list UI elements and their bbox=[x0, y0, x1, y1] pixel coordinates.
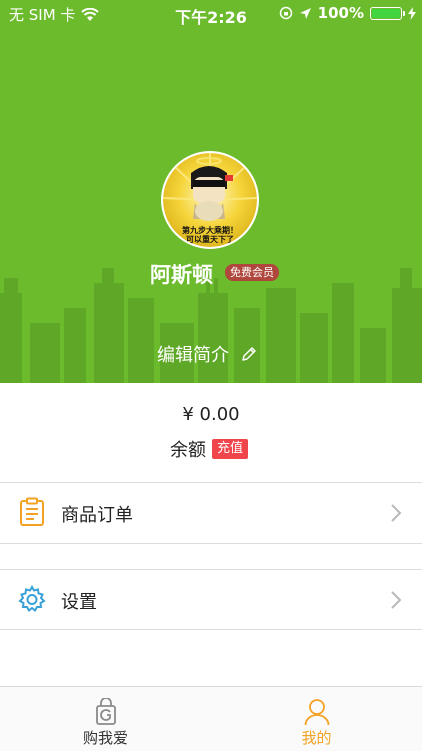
divider bbox=[0, 629, 422, 630]
edit-bio-button[interactable]: 编辑简介 bbox=[157, 341, 257, 367]
edit-bio-label: 编辑简介 bbox=[157, 345, 229, 366]
balance-label: 余额 bbox=[170, 440, 206, 461]
battery-icon bbox=[370, 6, 405, 20]
tab-bar: 购我爱 我的 bbox=[0, 686, 422, 751]
location-arrow-icon bbox=[299, 7, 311, 19]
profile-header: 无 SIM 卡 下午2:26 100% 第九步大乘期！ 可以重天下了 阿斯顿 免… bbox=[0, 0, 422, 383]
menu-item-settings-label: 设置 bbox=[61, 592, 97, 613]
pencil-icon bbox=[242, 347, 256, 361]
battery-percent: 100% bbox=[317, 4, 364, 22]
recharge-button[interactable]: 充值 bbox=[212, 439, 249, 459]
chevron-right-icon bbox=[391, 591, 402, 609]
rotation-lock-icon bbox=[279, 6, 292, 20]
tab-home[interactable]: 购我爱 bbox=[0, 687, 211, 751]
tab-mine[interactable]: 我的 bbox=[211, 687, 422, 751]
avatar-caption-1: 第九步大乘期！ bbox=[182, 225, 238, 235]
balance-row: 余额 充值 bbox=[170, 436, 249, 462]
section-gap bbox=[0, 544, 422, 569]
charging-bolt-icon bbox=[408, 6, 416, 20]
menu-item-settings[interactable]: 设置 bbox=[0, 570, 422, 630]
avatar[interactable]: 第九步大乘期！ 可以重天下了 bbox=[161, 151, 259, 249]
tab-mine-label: 我的 bbox=[301, 729, 332, 747]
menu-item-orders-label: 商品订单 bbox=[61, 505, 133, 526]
gear-icon bbox=[18, 584, 46, 613]
status-bar: 无 SIM 卡 下午2:26 100% bbox=[0, 0, 422, 28]
avatar-caption-2: 可以重天下了 bbox=[186, 234, 234, 244]
balance-amount: ¥ 0.00 bbox=[182, 404, 240, 425]
member-badge: 免费会员 bbox=[225, 264, 279, 281]
chevron-right-icon bbox=[391, 504, 402, 522]
menu-item-orders[interactable]: 商品订单 bbox=[0, 483, 422, 543]
shopping-bag-icon bbox=[95, 698, 116, 725]
tab-home-label: 购我爱 bbox=[82, 729, 128, 747]
username: 阿斯顿 bbox=[150, 263, 213, 287]
avatar-image: 第九步大乘期！ 可以重天下了 bbox=[163, 153, 257, 247]
clipboard-icon bbox=[20, 497, 44, 526]
person-icon bbox=[304, 699, 329, 726]
